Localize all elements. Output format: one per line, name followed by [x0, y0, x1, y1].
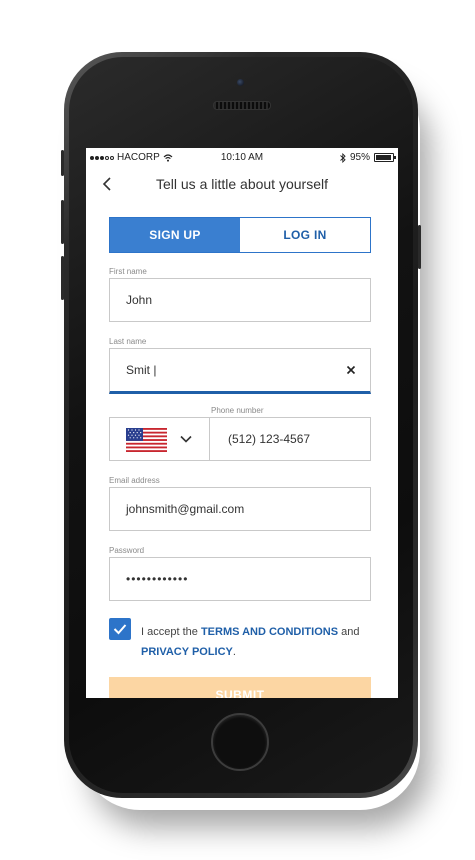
privacy-link[interactable]: PRIVACY POLICY	[141, 646, 233, 658]
clear-icon[interactable]	[346, 365, 356, 375]
last-name-field[interactable]: Smit |	[109, 348, 371, 394]
us-flag-icon	[126, 428, 167, 452]
front-camera	[237, 79, 244, 86]
phone-number-field: (512) 123-4567	[109, 417, 371, 461]
email-label: Email address	[109, 476, 160, 485]
terms-prefix: I accept the	[141, 626, 198, 638]
battery-percent: 95%	[349, 152, 370, 163]
password-value: ••••••••••••	[126, 572, 189, 586]
tab-log-in[interactable]: LOG IN	[240, 218, 370, 252]
password-field[interactable]: ••••••••••••	[109, 557, 371, 601]
first-name-field[interactable]: John	[109, 278, 371, 322]
volume-down-button	[61, 256, 64, 300]
status-bar: HACORP 10:10 AM 95%	[86, 148, 398, 166]
terms-text: I accept the TERMS AND CONDITIONS and PR…	[141, 622, 381, 662]
volume-up-button	[61, 200, 64, 244]
last-name-value: Smit |	[126, 363, 157, 377]
phone-number-label: Phone number	[211, 406, 264, 415]
page-title: Tell us a little about yourself	[156, 176, 328, 192]
first-name-label: First name	[109, 267, 147, 276]
earpiece-speaker	[213, 101, 271, 110]
bluetooth-icon	[340, 152, 346, 163]
last-name-label: Last name	[109, 337, 147, 346]
password-label: Password	[109, 546, 145, 555]
battery-icon	[374, 153, 396, 162]
chevron-left-icon[interactable]	[98, 174, 118, 194]
phone-number-value: (512) 123-4567	[228, 432, 311, 446]
auth-tabs: SIGN UP LOG IN	[109, 217, 371, 253]
country-code-picker[interactable]	[110, 418, 210, 460]
page-header: Tell us a little about yourself	[86, 170, 398, 200]
battery-level	[376, 155, 391, 160]
terms-checkbox[interactable]	[109, 618, 131, 640]
terms-link[interactable]: TERMS AND CONDITIONS	[201, 626, 338, 638]
checkmark-icon	[113, 624, 127, 635]
tab-sign-up[interactable]: SIGN UP	[110, 218, 240, 252]
submit-button[interactable]: SUBMIT	[109, 677, 371, 698]
email-field[interactable]: johnsmith@gmail.com	[109, 487, 371, 531]
home-button[interactable]	[211, 713, 269, 771]
power-button	[418, 225, 421, 269]
phone-number-input[interactable]: (512) 123-4567	[210, 418, 370, 460]
terms-suffix: .	[232, 646, 236, 658]
mute-switch	[61, 150, 64, 176]
chevron-down-icon	[180, 435, 192, 443]
first-name-value: John	[126, 293, 153, 307]
terms-middle: and	[341, 626, 360, 638]
status-right: 95%	[340, 152, 396, 163]
email-value: johnsmith@gmail.com	[126, 502, 245, 516]
app-screen: HACORP 10:10 AM 95% Tell us a little abo…	[86, 148, 398, 698]
